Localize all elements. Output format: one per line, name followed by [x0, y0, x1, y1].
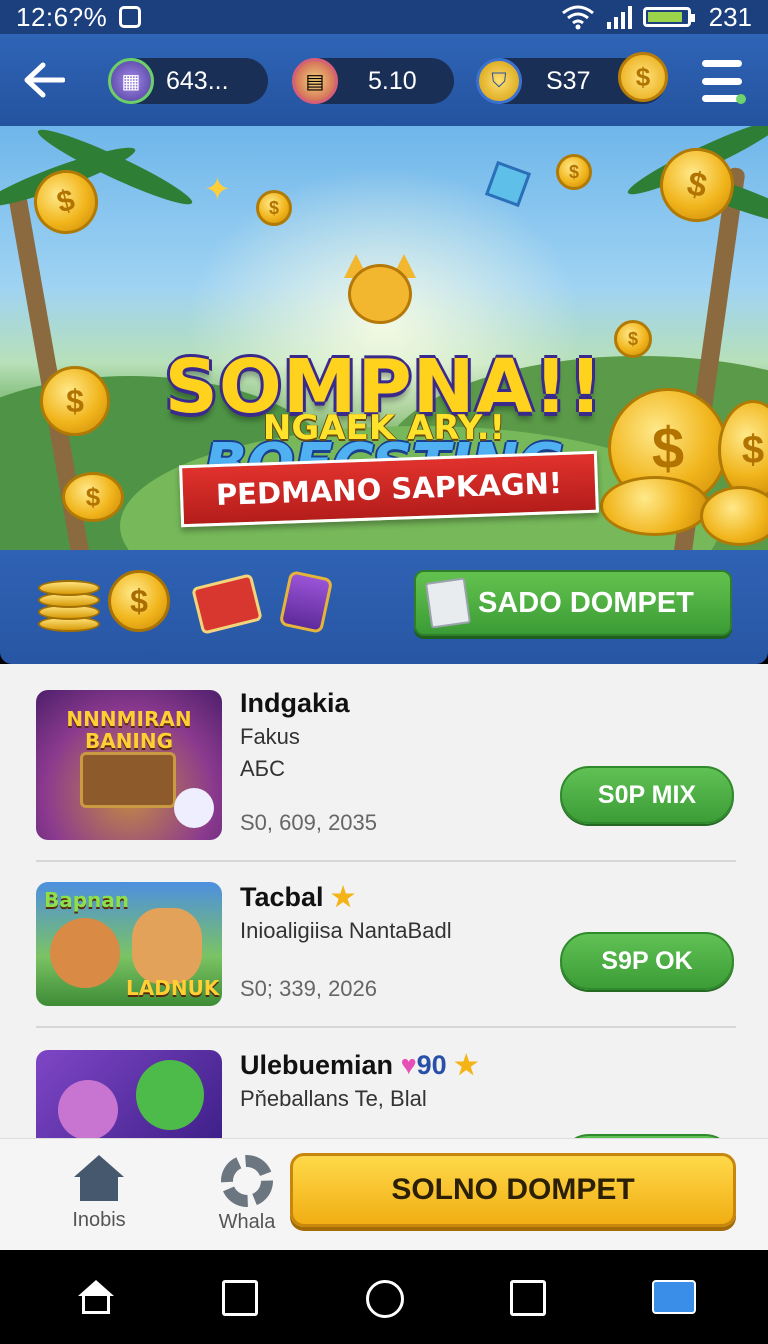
gem-book-icon: ▦	[108, 58, 154, 104]
system-home-circle-icon[interactable]	[366, 1280, 404, 1318]
gear-icon	[221, 1155, 273, 1207]
app-header: ▦ 643... ▤ 5.10 ⛉ S37 $	[0, 34, 768, 126]
treasure-chest-icon	[80, 752, 176, 808]
currency-tickets-value: 5.10	[368, 66, 417, 95]
system-recents-icon[interactable]	[510, 1280, 546, 1316]
coin-icon: $	[256, 190, 292, 226]
list-item-subtitle: Inioaligiisa NantaBadl	[240, 918, 452, 943]
sado-dompet-button[interactable]: SADO DOMPET	[414, 570, 732, 636]
list-item-action-button[interactable]: S0P MIX	[560, 766, 734, 824]
notification-dot	[736, 94, 746, 104]
nav-settings[interactable]: Whala	[192, 1155, 302, 1234]
list-item-action-button[interactable]: S9P OK	[560, 932, 734, 990]
battery-icon	[642, 7, 695, 27]
system-overview-icon[interactable]	[222, 1280, 258, 1316]
nav-home-label: Inobis	[72, 1209, 126, 1231]
arrow-left-icon	[24, 62, 65, 98]
badge-number: 90	[416, 1050, 447, 1080]
bottom-nav: Inobis Whala SOLNO DOMPET	[0, 1138, 768, 1250]
list-item-title: Ulebuemian ♥90 ★	[240, 1050, 479, 1080]
dollar-coin-icon: $	[618, 52, 668, 102]
divider	[36, 860, 736, 862]
reward-strip: $ SADO DOMPET	[0, 550, 768, 679]
cat-icon	[174, 788, 214, 828]
mascot-character	[330, 254, 430, 344]
currency-tickets[interactable]: ▤ 5.10	[292, 58, 454, 104]
star-icon: ★	[331, 882, 356, 912]
list-item-subtitle: Pňeballans Te, Blal	[240, 1086, 427, 1111]
menu-button[interactable]	[702, 60, 746, 104]
sado-dompet-label: SADO DOMPET	[478, 586, 694, 619]
menu-icon	[702, 60, 742, 67]
cat-icon	[58, 1080, 118, 1138]
game-list: NNNMIRAN BANING Indgakia Fakus AБC S0, 6…	[0, 664, 768, 1138]
list-item-title: Indgakia	[240, 688, 350, 718]
status-right: 231	[561, 2, 752, 33]
system-home-icon[interactable]	[78, 1280, 114, 1316]
guinea-pig-icon	[50, 918, 120, 988]
game-thumbnail: NNNMIRAN BANING	[36, 690, 222, 840]
currency-coins-value: S37	[546, 66, 591, 95]
list-item[interactable]: Ulebuemian ♥90 ★ Pňeballans Te, Blal	[36, 1050, 736, 1138]
heart-icon: ♥	[400, 1050, 417, 1080]
list-item[interactable]: Bapnan LADNUK Tacbal ★ Inioaligiisa Nant…	[36, 882, 736, 1006]
list-item-date: S0; 339, 2026	[240, 976, 378, 1001]
back-button[interactable]	[18, 54, 70, 106]
nav-home[interactable]: Inobis	[44, 1155, 154, 1232]
ticket-icon: ▤	[292, 58, 338, 104]
battery-level: 231	[708, 1, 752, 32]
signal-icon	[606, 6, 632, 29]
status-time: 12:6?%	[16, 1, 108, 32]
star-icon: ★	[454, 1050, 479, 1080]
list-item-subtitle-2: AБC	[240, 756, 285, 781]
wifi-icon	[561, 5, 594, 30]
potion-icon	[278, 570, 334, 634]
notification-icon	[119, 6, 142, 28]
currency-gems[interactable]: ▦ 643...	[108, 58, 268, 104]
list-item[interactable]: NNNMIRAN BANING Indgakia Fakus AБC S0, 6…	[36, 688, 736, 840]
shield-coin-icon: ⛉	[476, 58, 522, 104]
system-nav-bar	[0, 1250, 768, 1344]
dollar-coin-icon: $	[108, 570, 170, 632]
coin-stack-icon	[38, 572, 104, 634]
goblin-icon	[136, 1060, 204, 1130]
nav-settings-label: Whala	[218, 1211, 276, 1233]
solno-dompet-button[interactable]: SOLNO DOMPET	[290, 1153, 736, 1227]
status-bar: 12:6?% 231	[0, 0, 768, 34]
sparkle-icon: ✦	[204, 171, 231, 207]
game-thumbnail	[36, 1050, 222, 1138]
game-thumbnail: Bapnan LADNUK	[36, 882, 222, 1006]
list-item-date: S0, 609, 2035	[240, 810, 378, 835]
gift-box-icon	[191, 573, 263, 635]
divider	[36, 1026, 736, 1028]
currency-coins[interactable]: ⛉ S37 $	[476, 52, 668, 104]
list-item-subtitle: Fakus	[240, 724, 300, 749]
cat-icon	[132, 908, 202, 984]
banner-tagline: NGAEK ARY.!	[262, 408, 506, 448]
document-icon	[424, 577, 472, 629]
currency-gems-value: 643...	[166, 66, 229, 95]
home-icon	[74, 1155, 124, 1203]
list-item-title: Tacbal ★	[240, 882, 356, 912]
coin-icon: $	[556, 154, 592, 190]
screen-cast-icon[interactable]	[652, 1280, 696, 1314]
